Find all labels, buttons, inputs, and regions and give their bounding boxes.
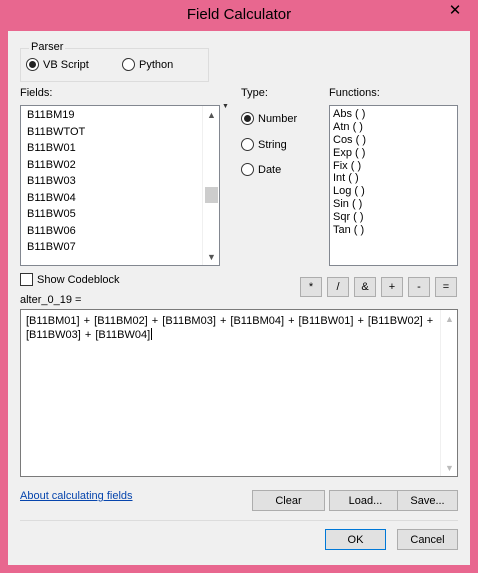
fields-list[interactable]: B11BM19 B11BWTOT B11BW01 B11BW02 B11BW03… <box>20 105 220 266</box>
function-item[interactable]: Log ( ) <box>330 185 457 198</box>
close-icon[interactable]: ✕ <box>440 0 470 20</box>
fields-label: Fields: <box>20 87 53 99</box>
radio-unchecked-icon <box>241 138 254 151</box>
type-label: Type: <box>241 87 268 99</box>
multiply-button[interactable]: * <box>300 277 322 297</box>
expression-target-label: alter_0_19 = <box>20 294 82 306</box>
fields-scrollbar[interactable]: ▲ ▼ <box>202 106 219 265</box>
function-item[interactable]: Abs ( ) <box>330 108 457 121</box>
function-item[interactable]: Fix ( ) <box>330 160 457 173</box>
type-string-label: String <box>258 138 287 151</box>
field-item[interactable]: B11BW06 <box>21 223 202 240</box>
parser-python-radio[interactable]: Python <box>122 58 173 71</box>
field-item[interactable]: B11BW02 <box>21 157 202 174</box>
save-button[interactable]: Save... <box>397 490 458 511</box>
function-item[interactable]: Exp ( ) <box>330 147 457 160</box>
parser-python-label: Python <box>139 58 174 71</box>
function-item[interactable]: Sin ( ) <box>330 198 457 211</box>
field-item[interactable]: B11BWTOT <box>21 124 202 141</box>
fields-menu-arrow-icon[interactable]: ▼ <box>222 103 229 110</box>
ok-button[interactable]: OK <box>325 529 386 550</box>
scroll-down-icon[interactable]: ▼ <box>203 248 220 265</box>
expression-editor[interactable]: [B11BM01] + [B11BM02] + [B11BM03] + [B11… <box>20 309 458 477</box>
type-date-radio[interactable]: Date <box>241 163 281 176</box>
scroll-up-icon[interactable]: ▲ <box>441 310 458 327</box>
type-number-label: Number <box>258 112 298 125</box>
expression-scrollbar[interactable]: ▲ ▼ <box>440 310 457 476</box>
functions-label: Functions: <box>329 87 380 99</box>
function-item[interactable]: Atn ( ) <box>330 121 457 134</box>
type-string-radio[interactable]: String <box>241 138 287 151</box>
functions-list[interactable]: Abs ( ) Atn ( ) Cos ( ) Exp ( ) Fix ( ) … <box>329 105 458 266</box>
expression-text: [B11BM01] + [B11BM02] + [B11BM03] + [B11… <box>26 315 434 341</box>
divide-button[interactable]: / <box>327 277 349 297</box>
type-number-radio[interactable]: Number <box>241 112 297 125</box>
dialog-body: Parser VB Script Python Fields: ▼ B11BM1… <box>8 31 470 565</box>
about-calculating-fields-link[interactable]: About calculating fields <box>20 490 133 502</box>
concat-button[interactable]: & <box>354 277 376 297</box>
window-title: Field Calculator <box>186 6 292 23</box>
parser-legend: Parser <box>29 41 66 53</box>
function-item[interactable]: Int ( ) <box>330 172 457 185</box>
subtract-button[interactable]: - <box>408 277 430 297</box>
separator <box>20 520 458 521</box>
field-item[interactable]: B11BW07 <box>21 239 202 256</box>
type-date-label: Date <box>258 163 282 176</box>
field-item[interactable]: B11BW03 <box>21 173 202 190</box>
load-button[interactable]: Load... <box>329 490 402 511</box>
function-item[interactable]: Tan ( ) <box>330 224 457 237</box>
text-caret <box>151 328 153 340</box>
scroll-thumb[interactable] <box>205 187 218 203</box>
show-codeblock-label: Show Codeblock <box>37 273 120 286</box>
equals-button[interactable]: = <box>435 277 457 297</box>
radio-unchecked-icon <box>241 163 254 176</box>
parser-group: Parser VB Script Python <box>20 41 209 82</box>
radio-unchecked-icon <box>122 58 135 71</box>
add-button[interactable]: + <box>381 277 403 297</box>
title-bar: Field Calculator ✕ <box>0 0 478 30</box>
radio-checked-icon <box>26 58 39 71</box>
show-codeblock-checkbox[interactable]: Show Codeblock <box>20 273 120 286</box>
field-item[interactable]: B11BW01 <box>21 140 202 157</box>
field-item[interactable]: B11BW05 <box>21 206 202 223</box>
function-item[interactable]: Cos ( ) <box>330 134 457 147</box>
scroll-up-icon[interactable]: ▲ <box>203 106 220 123</box>
checkbox-unchecked-icon <box>20 273 33 286</box>
field-item[interactable]: B11BM19 <box>21 107 202 124</box>
function-item[interactable]: Sqr ( ) <box>330 211 457 224</box>
parser-vbscript-radio[interactable]: VB Script <box>26 58 89 71</box>
scroll-down-icon[interactable]: ▼ <box>441 459 458 476</box>
parser-vbscript-label: VB Script <box>43 58 89 71</box>
cancel-button[interactable]: Cancel <box>397 529 458 550</box>
clear-button[interactable]: Clear <box>252 490 325 511</box>
field-item[interactable]: B11BW04 <box>21 190 202 207</box>
radio-checked-icon <box>241 112 254 125</box>
